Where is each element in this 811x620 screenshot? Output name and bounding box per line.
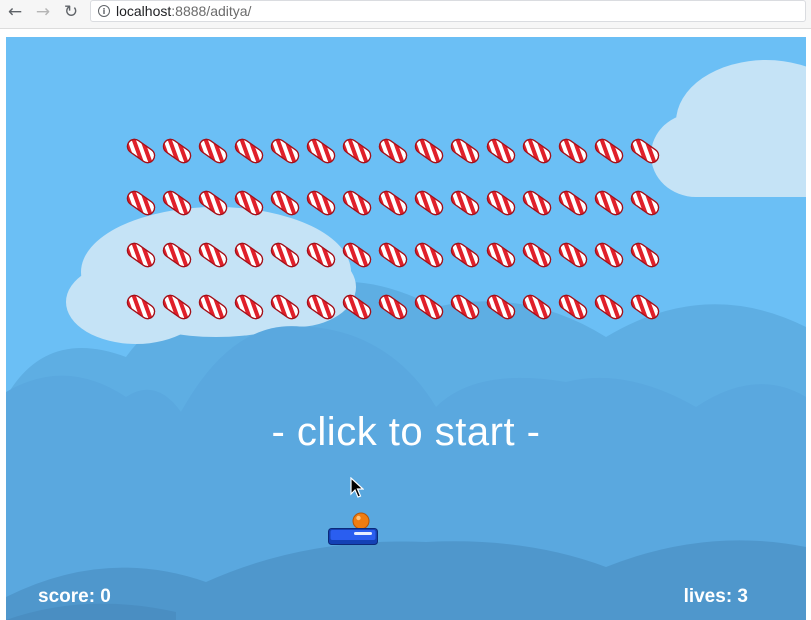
candy-brick: [520, 240, 554, 270]
candy-brick: [484, 292, 518, 322]
lives-display: lives: 3: [683, 586, 748, 607]
candy-brick: [484, 136, 518, 166]
candy-brick: [412, 292, 446, 322]
candy-brick: [376, 136, 410, 166]
candy-brick: [232, 240, 266, 270]
address-bar[interactable]: i localhost:8888/aditya/: [90, 0, 806, 22]
candy-brick: [520, 188, 554, 218]
candy-brick: [592, 292, 626, 322]
score-display: score: 0: [38, 586, 111, 607]
candy-brick: [304, 240, 338, 270]
candy-brick: [448, 292, 482, 322]
candy-brick: [376, 292, 410, 322]
candy-brick: [340, 188, 374, 218]
candy-brick: [448, 240, 482, 270]
candy-brick: [340, 292, 374, 322]
candy-brick: [268, 136, 302, 166]
candy-brick: [232, 292, 266, 322]
candy-brick: [448, 136, 482, 166]
info-icon[interactable]: i: [98, 5, 110, 17]
candy-brick: [124, 292, 158, 322]
candy-brick: [160, 240, 194, 270]
candy-brick: [628, 240, 662, 270]
candy-brick: [412, 136, 446, 166]
candy-brick: [592, 240, 626, 270]
candy-brick: [340, 240, 374, 270]
candy-brick: [520, 292, 554, 322]
cloud-right: [651, 60, 806, 197]
candy-brick: [376, 240, 410, 270]
candy-brick: [412, 240, 446, 270]
candy-brick: [160, 188, 194, 218]
url-host: localhost: [116, 3, 172, 19]
start-prompt[interactable]: - click to start -: [6, 410, 806, 455]
url-text: localhost:8888/aditya/: [116, 3, 251, 19]
arrow-right-icon: →: [35, 1, 51, 22]
candy-brick: [160, 136, 194, 166]
candy-brick: [304, 188, 338, 218]
candy-brick: [628, 292, 662, 322]
candy-brick: [196, 188, 230, 218]
candy-brick: [304, 136, 338, 166]
mouse-cursor-icon: [350, 477, 364, 498]
candy-brick: [556, 240, 590, 270]
candy-brick: [376, 188, 410, 218]
candy-brick: [268, 292, 302, 322]
background-scenery: [6, 60, 806, 620]
back-button[interactable]: ←: [4, 2, 26, 22]
candy-brick: [556, 136, 590, 166]
candy-brick: [448, 188, 482, 218]
candy-brick: [520, 136, 554, 166]
candy-brick: [196, 240, 230, 270]
reload-button[interactable]: ↻: [60, 2, 82, 22]
candy-brick: [340, 136, 374, 166]
forward-button[interactable]: →: [32, 2, 54, 22]
candy-brick: [592, 188, 626, 218]
candy-brick: [484, 188, 518, 218]
candy-brick: [160, 292, 194, 322]
reload-icon: ↻: [63, 1, 79, 22]
game-canvas[interactable]: - click to start - score: 0 lives: 3: [6, 37, 806, 620]
candy-brick: [304, 292, 338, 322]
candy-brick: [268, 240, 302, 270]
candy-brick: [124, 240, 158, 270]
browser-toolbar: ← → ↻ i localhost:8888/aditya/: [0, 0, 811, 29]
candy-brick: [124, 188, 158, 218]
cloud-left: [66, 207, 356, 344]
candy-brick: [232, 188, 266, 218]
paddle[interactable]: [328, 528, 378, 545]
arrow-left-icon: ←: [7, 1, 23, 22]
candy-brick: [232, 136, 266, 166]
candy-brick: [484, 240, 518, 270]
candy-brick: [124, 136, 158, 166]
candy-brick: [196, 292, 230, 322]
candy-brick: [196, 136, 230, 166]
url-path: :8888/aditya/: [171, 3, 252, 19]
candy-brick: [268, 188, 302, 218]
candy-brick: [628, 188, 662, 218]
candy-brick: [592, 136, 626, 166]
candy-brick: [556, 292, 590, 322]
candy-brick: [628, 136, 662, 166]
candy-brick: [412, 188, 446, 218]
candy-brick: [556, 188, 590, 218]
